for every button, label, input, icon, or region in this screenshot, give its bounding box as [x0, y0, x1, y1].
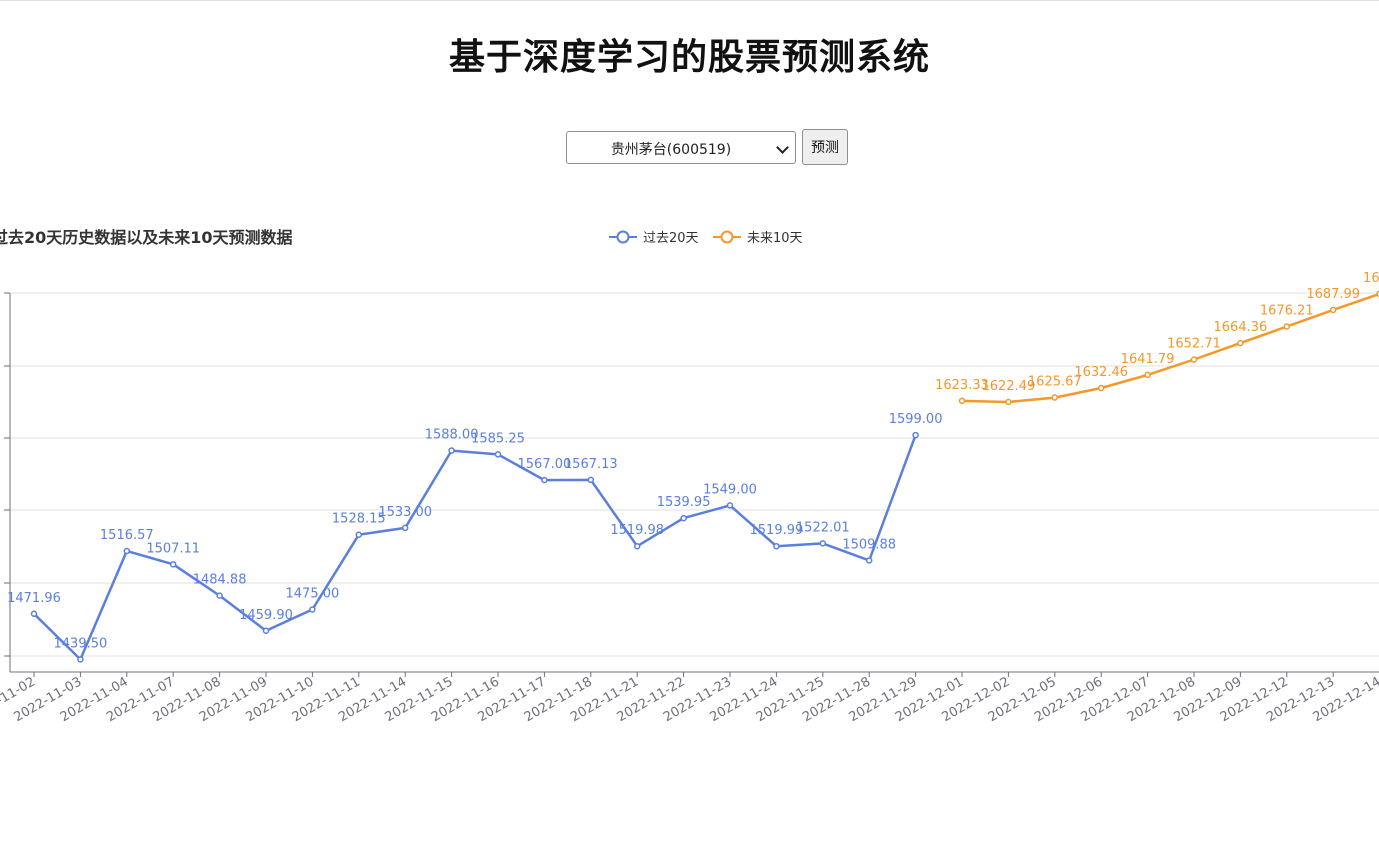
data-label: 1459.90 [239, 608, 293, 623]
data-point[interactable] [309, 606, 316, 613]
legend-label-forecast: 未来10天 [747, 231, 803, 246]
data-label: 1484.88 [193, 573, 247, 588]
data-point[interactable] [726, 502, 734, 509]
data-point[interactable] [169, 561, 177, 568]
data-label: 1549.00 [703, 482, 757, 497]
data-point[interactable] [1237, 339, 1244, 347]
data-label: 1509.88 [842, 537, 896, 552]
data-point[interactable] [680, 514, 687, 522]
data-label: 1475.00 [286, 587, 340, 602]
data-point[interactable] [958, 397, 966, 405]
legend-item-history[interactable]: 过去20天 [609, 230, 699, 246]
data-point[interactable] [773, 542, 780, 550]
data-label: 1664.36 [1214, 320, 1268, 335]
data-point[interactable] [819, 540, 827, 547]
data-point[interactable] [1190, 356, 1198, 363]
data-point[interactable] [494, 451, 502, 458]
data-point[interactable] [448, 447, 455, 454]
data-label: 1641.79 [1121, 352, 1175, 367]
data-point[interactable] [1283, 323, 1291, 330]
data-point[interactable] [1144, 371, 1151, 379]
data-label: 1687.99 [1306, 287, 1360, 302]
data-label: 1699 [1363, 271, 1379, 286]
data-point[interactable] [912, 431, 919, 439]
data-point[interactable] [633, 542, 641, 550]
data-point[interactable] [401, 524, 409, 532]
data-label: 1676.21 [1260, 303, 1314, 318]
data-point[interactable] [123, 547, 131, 555]
data-label: 1652.71 [1167, 337, 1221, 352]
legend-label-history: 过去20天 [643, 231, 699, 246]
data-point[interactable] [216, 592, 223, 599]
data-label: 1567.13 [564, 457, 618, 472]
data-label: 1519.98 [610, 523, 664, 538]
data-point[interactable] [30, 610, 38, 618]
data-point[interactable] [1051, 394, 1059, 401]
data-point[interactable] [1005, 398, 1012, 406]
data-label: 1599.00 [889, 412, 943, 427]
data-label: 1632.46 [1074, 365, 1128, 380]
data-label: 1471.96 [7, 591, 61, 606]
chart-title: 过去20天历史数据以及未来10天预测数据 [0, 228, 293, 247]
legend-item-forecast[interactable]: 未来10天 [713, 230, 803, 246]
data-point[interactable] [77, 656, 84, 663]
data-label: 1522.01 [796, 520, 850, 535]
data-point[interactable] [587, 476, 595, 484]
data-label: 1585.25 [471, 431, 525, 446]
forecast-chart: 过去20天历史数据以及未来10天预测数据 过去20天 未来10天 2022-11… [0, 228, 1379, 725]
data-label: 1507.11 [146, 541, 200, 556]
data-point[interactable] [262, 627, 270, 635]
data-label: 1533.00 [378, 505, 432, 520]
data-point[interactable] [541, 476, 548, 484]
data-point[interactable] [865, 557, 873, 564]
data-point[interactable] [355, 531, 363, 538]
data-point[interactable] [1329, 306, 1337, 314]
data-label: 1439.50 [54, 636, 108, 651]
chart-legend: 过去20天 未来10天 [609, 230, 803, 246]
data-point[interactable] [1097, 384, 1105, 392]
